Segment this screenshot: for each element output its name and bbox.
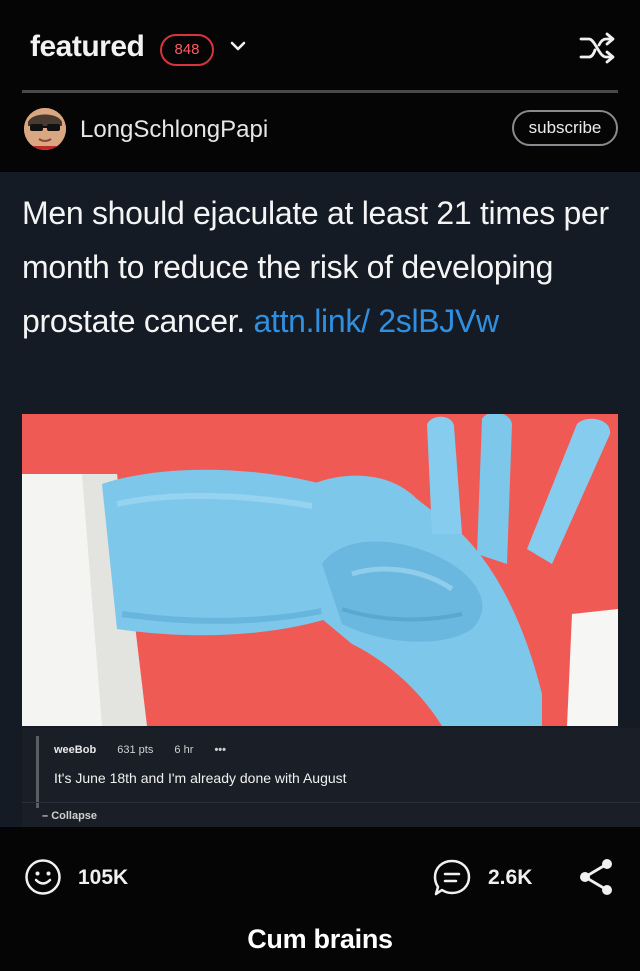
shuffle-icon[interactable] xyxy=(578,30,618,66)
post-author-row: LongSchlongPapi subscribe xyxy=(0,96,640,170)
avatar[interactable] xyxy=(24,108,66,150)
collapse-button[interactable]: – Collapse xyxy=(42,810,97,822)
comment-thread-line xyxy=(36,736,39,808)
smile-icon[interactable] xyxy=(24,858,62,896)
avatar-image xyxy=(24,108,66,150)
comment-count[interactable]: 2.6K xyxy=(488,866,532,890)
comment-divider xyxy=(22,802,640,803)
comment-more-button[interactable]: ••• xyxy=(214,744,226,756)
header-divider xyxy=(22,90,618,93)
comment-text: It's June 18th and I'm already done with… xyxy=(54,770,347,786)
comment-author[interactable]: weeBob xyxy=(54,744,96,756)
post-actions: 105K 2.6K Cum brains xyxy=(0,840,640,971)
comment-icon[interactable] xyxy=(432,858,472,898)
upvote-count[interactable]: 105K xyxy=(78,866,128,890)
post-image xyxy=(22,414,618,726)
comment-points: 631 pts xyxy=(117,744,154,756)
share-icon[interactable] xyxy=(576,856,616,898)
subscribe-button[interactable]: subscribe xyxy=(512,110,618,146)
comment-card: weeBob 631 pts 6 hr ••• It's June 18th a… xyxy=(22,728,640,827)
gloved-hand-illustration xyxy=(22,414,618,726)
app-header: featured 848 xyxy=(0,0,640,93)
post-author-name[interactable]: LongSchlongPapi xyxy=(80,116,268,144)
comment-time: 6 hr xyxy=(174,744,194,756)
notification-badge: 848 xyxy=(160,34,214,66)
post-caption: Cum brains xyxy=(247,924,393,954)
post-content[interactable]: Men should ejaculate at least 21 times p… xyxy=(0,172,640,827)
section-title[interactable]: featured xyxy=(30,30,145,64)
tweet-link[interactable]: attn.link/ 2slBJVw xyxy=(253,303,499,339)
chevron-down-icon[interactable] xyxy=(228,36,248,56)
tweet-text: Men should ejaculate at least 21 times p… xyxy=(22,186,626,348)
comment-meta: weeBob 631 pts 6 hr ••• xyxy=(54,744,226,756)
collapse-label: Collapse xyxy=(51,810,98,822)
